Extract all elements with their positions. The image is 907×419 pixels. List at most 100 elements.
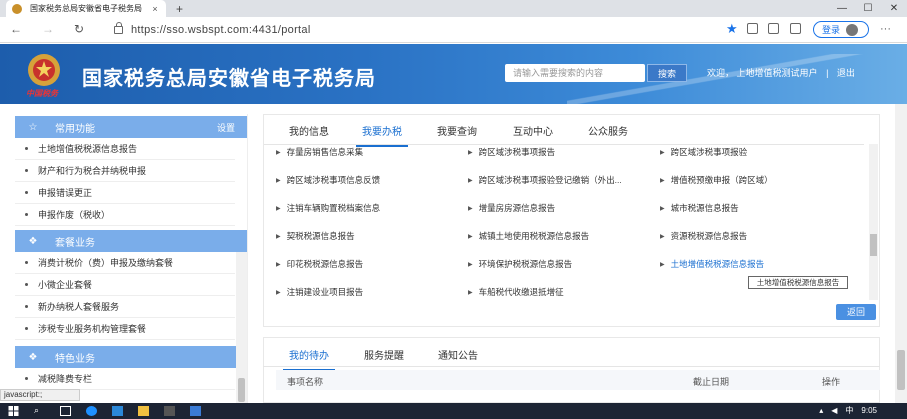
service-link[interactable]: ▶ 增量房房源信息报告 (468, 202, 555, 214)
service-link[interactable]: ▶ 跨区域涉税事项报验登记缴销（外出... (468, 174, 622, 186)
site-search-button[interactable]: 搜索 (647, 64, 687, 82)
service-link[interactable]: ▶ 车船税代收缴退抵增征 (468, 286, 564, 298)
tab-service-reminder[interactable]: 服务提醒 (364, 347, 404, 362)
sidebar-item[interactable]: 申报作废（税收） (15, 204, 235, 226)
network-icon[interactable]: ▴ (819, 406, 823, 415)
column-header-item: 事项名称 (287, 377, 324, 387)
tab-notice[interactable]: 通知公告 (438, 347, 478, 362)
service-link[interactable]: ▶ 跨区域涉税事项报验 (660, 146, 747, 158)
more-menu-icon[interactable]: ··· (880, 23, 891, 35)
section-package-title: 套餐业务 (55, 237, 95, 249)
new-tab-button[interactable]: + (176, 2, 183, 16)
section-package-header[interactable]: ❖ 套餐业务 (15, 230, 247, 252)
windows-start-icon[interactable] (8, 406, 19, 416)
ie-icon[interactable] (112, 406, 123, 416)
site-search-input[interactable]: 请输入需要搜索的内容 (505, 64, 645, 82)
service-link[interactable]: ▶ 城镇土地使用税税源信息报告 (468, 230, 589, 242)
section-special-header[interactable]: ❖ 特色业务 (15, 346, 247, 368)
store-icon[interactable] (164, 406, 175, 416)
search-icon[interactable]: ⌕ (34, 405, 45, 415)
close-window-button[interactable]: ✕ (881, 0, 907, 17)
maximize-button[interactable]: ☐ (855, 0, 881, 17)
service-link[interactable]: ▶ 契税税源信息报告 (276, 230, 355, 242)
layers-icon: ❖ (28, 351, 38, 363)
settings-link[interactable]: 设置 (217, 121, 235, 134)
system-tray: ▴ ◀ 中 9:05 (819, 405, 877, 416)
sidebar-item[interactable]: 申报错误更正 (15, 182, 235, 204)
forward-arrow-icon[interactable]: → (42, 22, 54, 36)
sidebar-item[interactable]: 涉税专业服务机构管理套餐 (15, 318, 235, 340)
ime-indicator[interactable]: 中 (845, 405, 853, 416)
section-common-header[interactable]: ☆ 常用功能 设置 (15, 116, 247, 138)
service-link[interactable]: ▶ 跨区域涉税事项报告 (468, 146, 555, 158)
sidebar-item[interactable]: 减税降费专栏 (15, 368, 235, 390)
service-tabs (264, 115, 864, 145)
user-name-link[interactable]: 上地增值税测试用户 (737, 68, 818, 78)
site-header: 中国税务 国家税务总局安徽省电子税务局 请输入需要搜索的内容 搜索 欢迎， 上地… (0, 44, 907, 104)
sidebar-item[interactable]: 小微企业套餐 (15, 274, 235, 296)
sidebar-item[interactable]: 新办纳税人套餐服务 (15, 296, 235, 318)
service-link[interactable]: ▶ 跨区域涉税事项信息反馈 (276, 174, 380, 186)
service-link[interactable]: ▶ 增值税预缴申报（跨区域） (660, 174, 773, 186)
service-link-hovered[interactable]: ▶ 土地增值税税源信息报告 (660, 258, 764, 270)
favorites-icon[interactable] (768, 23, 779, 34)
service-link[interactable]: ▶ 存量房销售信息采集 (276, 146, 363, 158)
avatar-icon (846, 23, 859, 36)
tab-interaction[interactable]: 互动中心 (513, 123, 553, 138)
collections-icon[interactable] (790, 23, 801, 34)
service-panel-scrollbar-thumb[interactable] (870, 234, 877, 256)
section-common-title: 常用功能 (55, 123, 95, 135)
site-favicon-icon (12, 3, 22, 14)
favorite-star-icon[interactable]: ★ (726, 21, 738, 37)
profile-login-button[interactable]: 登录 (813, 21, 869, 38)
tab-query[interactable]: 我要查询 (437, 123, 477, 138)
todo-table-header (276, 370, 880, 390)
sidebar-item[interactable]: 财产和行为税合并纳税申报 (15, 160, 235, 182)
back-arrow-icon[interactable]: ← (10, 22, 22, 36)
layers-icon: ❖ (28, 235, 38, 247)
tab-my-todo[interactable]: 我的待办 (283, 347, 335, 371)
tab-close-icon[interactable]: × (150, 4, 160, 14)
site-title: 国家税务总局安徽省电子税务局 (82, 68, 376, 90)
status-bar: javascript:; (0, 389, 80, 401)
tab-my-info[interactable]: 我的信息 (289, 123, 329, 138)
column-header-action: 操作 (822, 377, 841, 387)
windows-taskbar: ⌕ ▴ ◀ 中 9:05 (0, 403, 907, 419)
volume-icon[interactable]: ◀ (831, 406, 837, 415)
service-panel-scrollbar[interactable] (869, 144, 878, 300)
service-link[interactable]: ▶ 城市税源信息报告 (660, 202, 739, 214)
file-explorer-icon[interactable] (138, 406, 149, 416)
app-icon[interactable] (190, 406, 201, 416)
browser-tab[interactable]: 国家税务总局安徽省电子税务局 × (6, 0, 166, 17)
service-link[interactable]: ▶ 印花税税源信息报告 (276, 258, 363, 270)
sidebar-scrollbar-thumb[interactable] (238, 378, 245, 402)
column-header-deadline: 截止日期 (693, 377, 730, 387)
url-field[interactable]: https://sso.wsbspt.com:4431/portal (96, 21, 756, 39)
service-link[interactable]: ▶ 注销建设业项目报告 (276, 286, 363, 298)
left-sidebar: ☆ 常用功能 设置 土地增值税税源信息报告 财产和行为税合并纳税申报 申报错误更… (15, 114, 248, 403)
tab-do-tax[interactable]: 我要办税 (356, 123, 408, 147)
extensions-icon[interactable] (747, 23, 758, 34)
back-button[interactable]: 返回 (836, 304, 876, 320)
tab-public-service[interactable]: 公众服务 (588, 123, 628, 138)
address-bar: ← → ↻ https://sso.wsbspt.com:4431/portal… (0, 17, 907, 43)
tab-title: 国家税务总局安徽省电子税务局 (30, 4, 142, 13)
minimize-button[interactable]: — (829, 0, 855, 17)
browser-tab-bar: 国家税务总局安徽省电子税务局 × + — ☐ ✕ (0, 0, 907, 17)
service-link[interactable]: ▶ 环境保护税税源信息报告 (468, 258, 572, 270)
page-scrollbar-thumb[interactable] (897, 350, 905, 390)
task-view-icon[interactable] (60, 406, 71, 416)
logout-link[interactable]: 退出 (837, 68, 855, 78)
login-label: 登录 (822, 25, 841, 35)
welcome-text: 欢迎， (707, 68, 735, 78)
welcome-area: 欢迎， 上地增值税测试用户 | 退出 (707, 68, 855, 78)
sidebar-item[interactable]: 消费计税价（费）申报及缴纳套餐 (15, 252, 235, 274)
lock-icon (114, 22, 123, 34)
sidebar-item[interactable]: 土地增值税税源信息报告 (15, 138, 235, 160)
edge-icon[interactable] (86, 406, 97, 416)
clock[interactable]: 9:05 (861, 406, 877, 415)
url-text: https://sso.wsbspt.com:4431/portal (131, 24, 311, 36)
service-link[interactable]: ▶ 注销车辆购置税档案信息 (276, 202, 380, 214)
service-link[interactable]: ▶ 资源税税源信息报告 (660, 230, 747, 242)
refresh-icon[interactable]: ↻ (74, 22, 84, 36)
